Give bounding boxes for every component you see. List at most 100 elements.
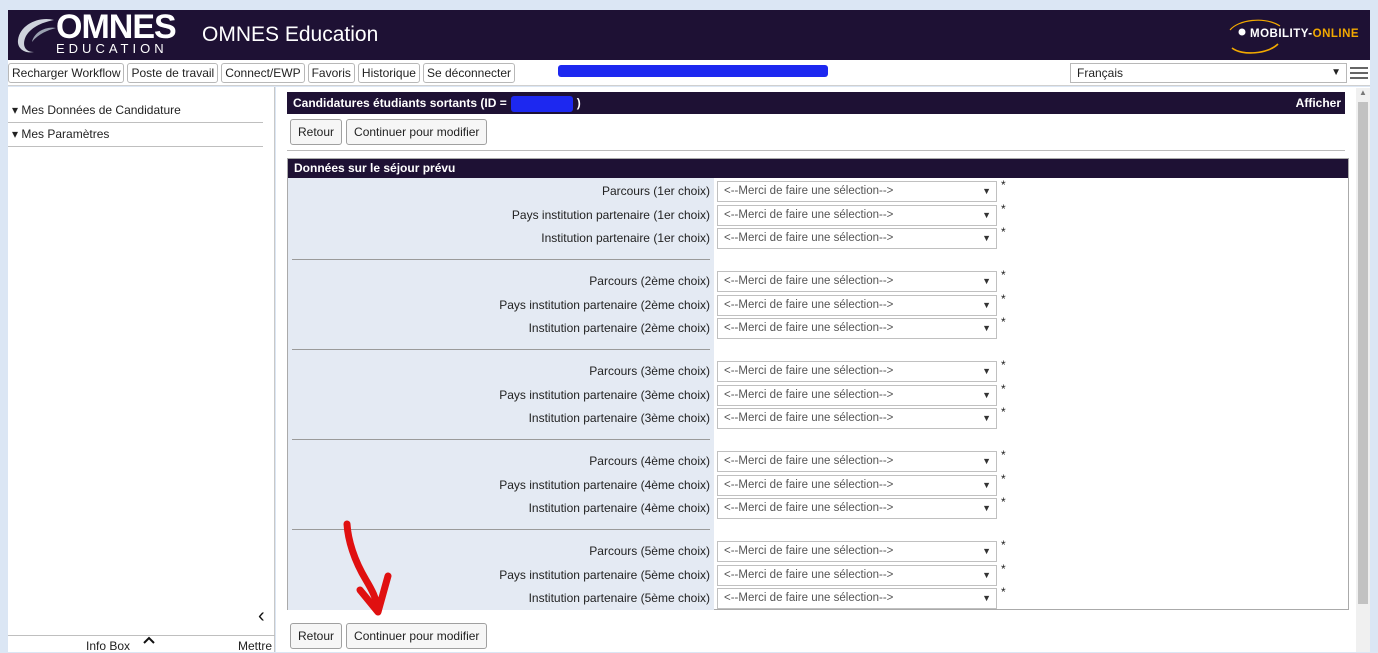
parcours-5-select[interactable]: <--Merci de faire une sélection--> ▼ [717, 541, 997, 562]
parcours-4-select[interactable]: <--Merci de faire une sélection--> ▼ [717, 451, 997, 472]
main-content: Candidatures étudiants sortants (ID =) A… [276, 87, 1370, 652]
form-row: Pays institution partenaire (2ème choix)… [288, 292, 1028, 317]
institution-5-select[interactable]: <--Merci de faire une sélection--> ▼ [717, 588, 997, 609]
required-marker: * [1001, 585, 1006, 599]
chevron-down-icon: ▼ [982, 210, 991, 220]
form-row: Parcours (1er choix) <--Merci de faire u… [288, 178, 1028, 203]
redacted-id [510, 95, 573, 112]
continue-edit-button[interactable]: Continuer pour modifier [346, 623, 488, 649]
form-row: Pays institution partenaire (1er choix) … [288, 202, 1028, 227]
field-label: Institution partenaire (4ème choix) [528, 501, 710, 515]
back-button[interactable]: Retour [290, 623, 343, 649]
required-marker: * [1001, 202, 1006, 216]
required-marker: * [1001, 495, 1006, 509]
form-row: Institution partenaire (2ème choix) <--M… [288, 315, 1028, 340]
field-label: Pays institution partenaire (1er choix) [511, 208, 710, 222]
chevron-up-icon[interactable] [142, 635, 156, 645]
form-row: Institution partenaire (1er choix) <--Me… [288, 225, 1028, 250]
institution-4-select[interactable]: <--Merci de faire une sélection--> ▼ [717, 498, 997, 519]
app-header: OMNES EDUCATION OMNES Education MOBILITY… [8, 10, 1370, 60]
favorites-button[interactable]: Favoris [307, 62, 355, 83]
logo-sub-text: EDUCATION [56, 41, 168, 56]
sidebar-item-settings[interactable]: ▾ Mes Paramètres [8, 123, 263, 147]
chevron-down-icon: ▼ [982, 390, 991, 400]
scroll-up-icon[interactable]: ▲ [1359, 88, 1367, 97]
form-row: Institution partenaire (4ème choix) <--M… [288, 495, 1028, 520]
chevron-down-icon: ▼ [982, 593, 991, 603]
required-marker: * [1001, 268, 1006, 282]
form-row: Parcours (2ème choix) <--Merci de faire … [288, 268, 1028, 293]
parcours-2-select[interactable]: <--Merci de faire une sélection--> ▼ [717, 271, 997, 292]
collapse-sidebar-icon[interactable]: ‹ [258, 605, 265, 628]
continue-edit-button[interactable]: Continuer pour modifier [346, 119, 488, 145]
chevron-down-icon: ▼ [982, 276, 991, 286]
reload-workflow-button[interactable]: Recharger Workflow [8, 62, 125, 83]
pays-5-select[interactable]: <--Merci de faire une sélection--> ▼ [717, 565, 997, 586]
sidebar-item-application-data[interactable]: ▾ Mes Données de Candidature [8, 99, 263, 123]
sidebar: ▾ Mes Données de Candidature ▾ Mes Param… [8, 87, 275, 653]
chevron-down-icon: ▼ [982, 546, 991, 556]
omnes-logo: OMNES EDUCATION [8, 10, 198, 60]
pays-1-select[interactable]: <--Merci de faire une sélection--> ▼ [717, 205, 997, 226]
field-label: Pays institution partenaire (2ème choix) [499, 298, 710, 312]
chevron-down-icon: ▼ [982, 366, 991, 376]
required-marker: * [1001, 448, 1006, 462]
mobility-online-text: MOBILITY-ONLINE [1250, 28, 1360, 40]
language-select-value: Français [1077, 66, 1124, 80]
chevron-down-icon: ▼ [982, 186, 991, 196]
parcours-3-select[interactable]: <--Merci de faire une sélection--> ▼ [717, 361, 997, 382]
chevron-down-icon: ▼ [982, 456, 991, 466]
chevron-down-icon: ▼ [982, 570, 991, 580]
back-button[interactable]: Retour [290, 119, 343, 145]
required-marker: * [1001, 538, 1006, 552]
chevron-down-icon: ▼ [982, 300, 991, 310]
form-row: Pays institution partenaire (4ème choix)… [288, 472, 1028, 497]
required-marker: * [1001, 472, 1006, 486]
institution-1-select[interactable]: <--Merci de faire une sélection--> ▼ [717, 228, 997, 249]
group-divider [292, 439, 710, 440]
field-label: Parcours (3ème choix) [589, 364, 710, 378]
pays-4-select[interactable]: <--Merci de faire une sélection--> ▼ [717, 475, 997, 496]
mobility-online-logo: MOBILITY-ONLINE [1224, 18, 1364, 54]
history-button[interactable]: Historique [357, 62, 420, 83]
field-label: Pays institution partenaire (4ème choix) [499, 478, 710, 492]
chevron-down-icon: ▼ [982, 323, 991, 333]
required-marker: * [1001, 178, 1006, 192]
required-marker: * [1001, 292, 1006, 306]
info-box-label[interactable]: Info Box [86, 639, 130, 653]
connect-ewp-button[interactable]: Connect/EWP [221, 62, 305, 83]
workstation-button[interactable]: Poste de travail [127, 62, 219, 83]
field-label: Parcours (1er choix) [601, 184, 710, 198]
language-select[interactable]: Français ▼ [1070, 63, 1347, 83]
required-marker: * [1001, 405, 1006, 419]
mettre-label[interactable]: Mettre [238, 639, 272, 653]
chevron-down-icon: ▼ [982, 413, 991, 423]
menu-icon[interactable] [1350, 64, 1368, 82]
field-label: Parcours (2ème choix) [589, 274, 710, 288]
field-label: Institution partenaire (2ème choix) [528, 321, 710, 335]
logo-main-text: OMNES [56, 8, 177, 46]
chevron-down-icon: ▼ [982, 480, 991, 490]
divider [287, 150, 1345, 151]
institution-3-select[interactable]: <--Merci de faire une sélection--> ▼ [717, 408, 997, 429]
logout-button[interactable]: Se déconnecter [422, 62, 516, 83]
logo-swirl-icon [17, 18, 56, 53]
group-divider [292, 349, 710, 350]
field-label: Parcours (4ème choix) [589, 454, 710, 468]
sidebar-footer: Info Box Mettre [8, 635, 275, 653]
field-label: Institution partenaire (3ème choix) [528, 411, 710, 425]
required-marker: * [1001, 315, 1006, 329]
pays-3-select[interactable]: <--Merci de faire une sélection--> ▼ [717, 385, 997, 406]
top-toolbar: Recharger Workflow Poste de travail Conn… [8, 60, 1370, 86]
pays-2-select[interactable]: <--Merci de faire une sélection--> ▼ [717, 295, 997, 316]
afficher-link[interactable]: Afficher [1296, 92, 1341, 114]
form-row: Parcours (3ème choix) <--Merci de faire … [288, 358, 1028, 383]
form-row: Parcours (4ème choix) <--Merci de faire … [288, 448, 1028, 473]
annotation-arrow-icon [343, 520, 392, 616]
institution-2-select[interactable]: <--Merci de faire une sélection--> ▼ [717, 318, 997, 339]
group-divider [292, 259, 710, 260]
vertical-scrollbar[interactable]: ▲ [1356, 88, 1370, 652]
required-marker: * [1001, 382, 1006, 396]
scroll-thumb[interactable] [1358, 102, 1368, 604]
parcours-1-select[interactable]: <--Merci de faire une sélection--> ▼ [717, 181, 997, 202]
